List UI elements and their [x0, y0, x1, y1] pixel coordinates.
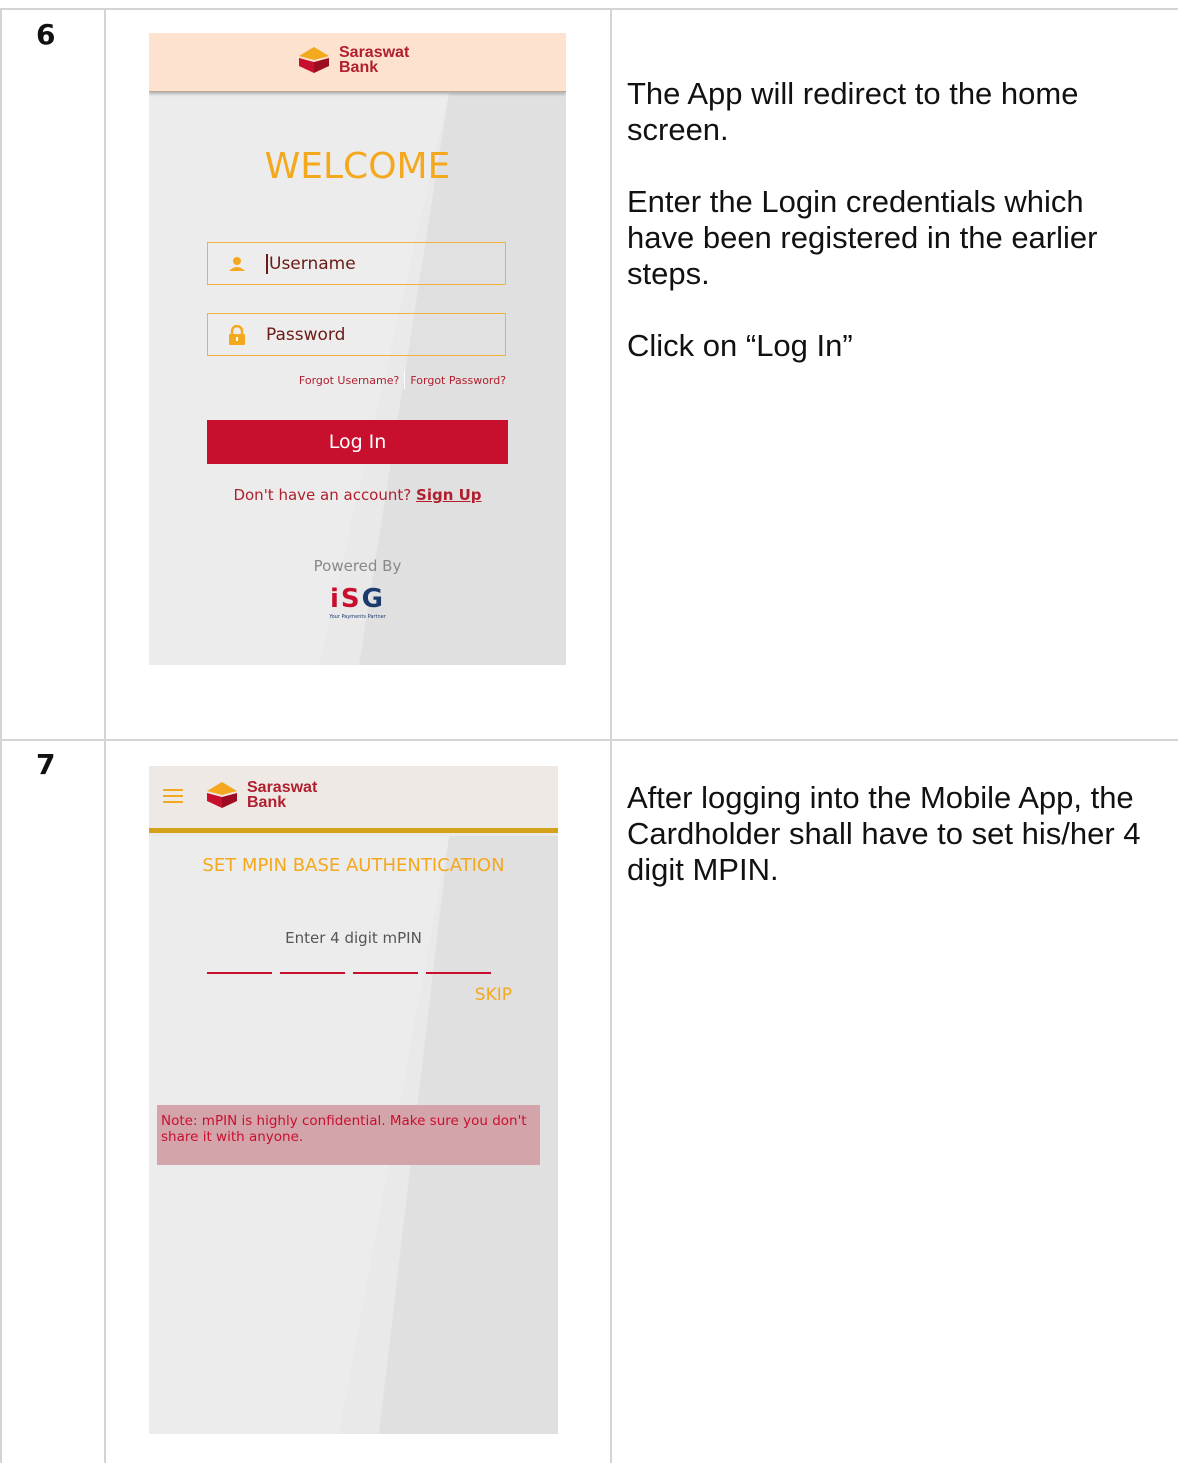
- password-field[interactable]: Password: [207, 313, 506, 356]
- table-col-divider-1: [104, 8, 106, 1463]
- login-screen-screenshot: Saraswat Bank WELCOME Username Password …: [149, 33, 566, 665]
- sign-up-link[interactable]: Sign Up: [416, 486, 482, 504]
- pin-digit-input[interactable]: [353, 972, 418, 974]
- forgot-username-link[interactable]: Forgot Username?: [299, 374, 399, 392]
- step-description: The App will redirect to the home screen…: [627, 76, 1147, 400]
- pin-digit-input[interactable]: [280, 972, 345, 974]
- bank-name: Saraswat Bank: [247, 779, 318, 811]
- step-number: 7: [36, 748, 56, 781]
- step-description: After logging into the Mobile App, the C…: [627, 780, 1167, 924]
- menu-icon[interactable]: [163, 789, 183, 803]
- table-border-top: [0, 8, 1178, 10]
- no-account-text: Don't have an account?: [233, 486, 412, 504]
- app-header: Saraswat Bank: [149, 766, 558, 833]
- text-cursor: [266, 253, 268, 274]
- saraswat-logo: Saraswat Bank: [205, 779, 317, 811]
- username-field[interactable]: Username: [207, 242, 506, 285]
- app-header: Saraswat Bank: [149, 33, 566, 92]
- saraswat-logo-icon: [299, 47, 329, 73]
- isg-tagline: Your Payments Partner: [329, 614, 386, 620]
- description-paragraph: Click on “Log In”: [627, 328, 853, 363]
- powered-by-label: Powered By: [313, 557, 402, 575]
- table-col-divider-2: [610, 8, 612, 1463]
- username-placeholder: Username: [266, 253, 356, 274]
- welcome-heading: WELCOME: [264, 146, 451, 187]
- skip-button[interactable]: SKIP: [475, 985, 512, 1005]
- forgot-links: Forgot Username? Forgot Password?: [149, 371, 566, 392]
- saraswat-logo: Saraswat Bank: [297, 44, 409, 76]
- pin-digit-input[interactable]: [207, 972, 272, 974]
- step-number: 6: [36, 18, 56, 51]
- mpin-label: Enter 4 digit mPIN: [285, 929, 422, 947]
- description-paragraph: Enter the Login credentials which have b…: [627, 184, 1098, 291]
- table-row-divider: [0, 739, 1178, 741]
- forgot-password-link[interactable]: Forgot Password?: [410, 374, 506, 392]
- link-separator: [404, 371, 406, 389]
- table-border-left: [0, 8, 2, 1463]
- saraswat-logo-icon: [207, 782, 237, 808]
- description-paragraph: The App will redirect to the home screen…: [627, 76, 1079, 147]
- confidentiality-note: Note: mPIN is highly confidential. Make …: [157, 1105, 540, 1165]
- isg-logo-mark: iSG: [330, 584, 385, 614]
- description-paragraph: After logging into the Mobile App, the C…: [627, 780, 1141, 887]
- isg-logo: iSG Your Payments Partner: [149, 586, 566, 620]
- password-placeholder: Password: [266, 324, 346, 345]
- user-icon: [226, 253, 248, 275]
- mpin-title: SET MPIN BASE AUTHENTICATION: [202, 855, 505, 876]
- lock-icon: [226, 324, 248, 346]
- login-button[interactable]: Log In: [207, 420, 508, 464]
- mpin-screen-screenshot: Saraswat Bank SET MPIN BASE AUTHENTICATI…: [149, 766, 558, 1434]
- pin-digit-input[interactable]: [426, 972, 491, 974]
- bank-name: Saraswat Bank: [339, 44, 410, 76]
- signup-prompt: Don't have an account? Sign Up: [149, 486, 566, 504]
